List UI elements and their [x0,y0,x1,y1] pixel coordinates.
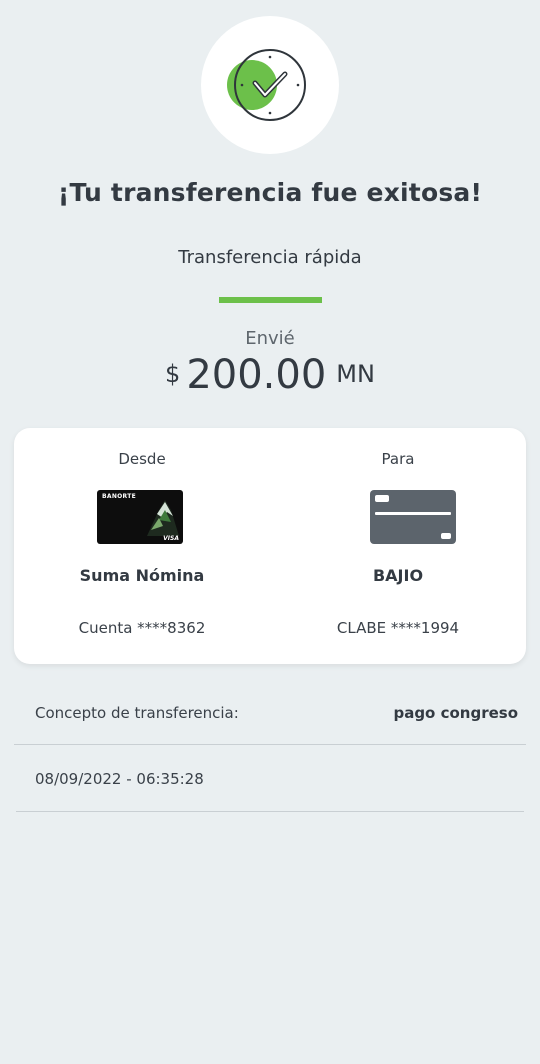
concept-row: Concepto de transferencia: pago congreso [14,688,526,745]
to-account-number: CLABE ****1994 [336,619,460,637]
banorte-card-image: BANORTE VISA [97,490,183,544]
amount-value: 200.00 [186,352,327,398]
to-account: Para BAJIO CLABE ****1994 [270,428,526,664]
transfer-type: Transferencia rápida [178,247,362,268]
accent-divider [219,297,322,303]
from-account-number: Cuenta ****8362 [78,619,206,637]
credit-card-icon [370,490,456,544]
datetime-row: 08/09/2022 - 06:35:28 [16,745,524,812]
card-artwork-icon [147,500,179,536]
success-icon-container [201,16,339,154]
from-account: Desde BANORTE VISA Suma Nómina Cuenta **… [14,428,270,664]
amount-display: $200.00 MN [0,352,540,398]
currency-unit: MN [336,360,375,388]
currency-symbol: $ [165,360,181,388]
to-account-name: BAJIO [372,566,424,585]
to-label: Para [381,450,415,468]
card-network: VISA [163,535,179,542]
concept-label: Concepto de transferencia: [35,704,239,722]
concept-value: pago congreso [393,704,518,722]
transfer-datetime: 08/09/2022 - 06:35:28 [35,770,204,788]
from-account-name: Suma Nómina [79,566,205,585]
amount-label: Envié [245,328,295,349]
page-title: ¡Tu transferencia fue exitosa! [57,178,483,207]
clock-check-icon [227,49,306,121]
transfer-summary-card: Desde BANORTE VISA Suma Nómina Cuenta **… [14,428,526,664]
from-label: Desde [118,450,166,468]
card-brand: BANORTE [102,493,136,500]
